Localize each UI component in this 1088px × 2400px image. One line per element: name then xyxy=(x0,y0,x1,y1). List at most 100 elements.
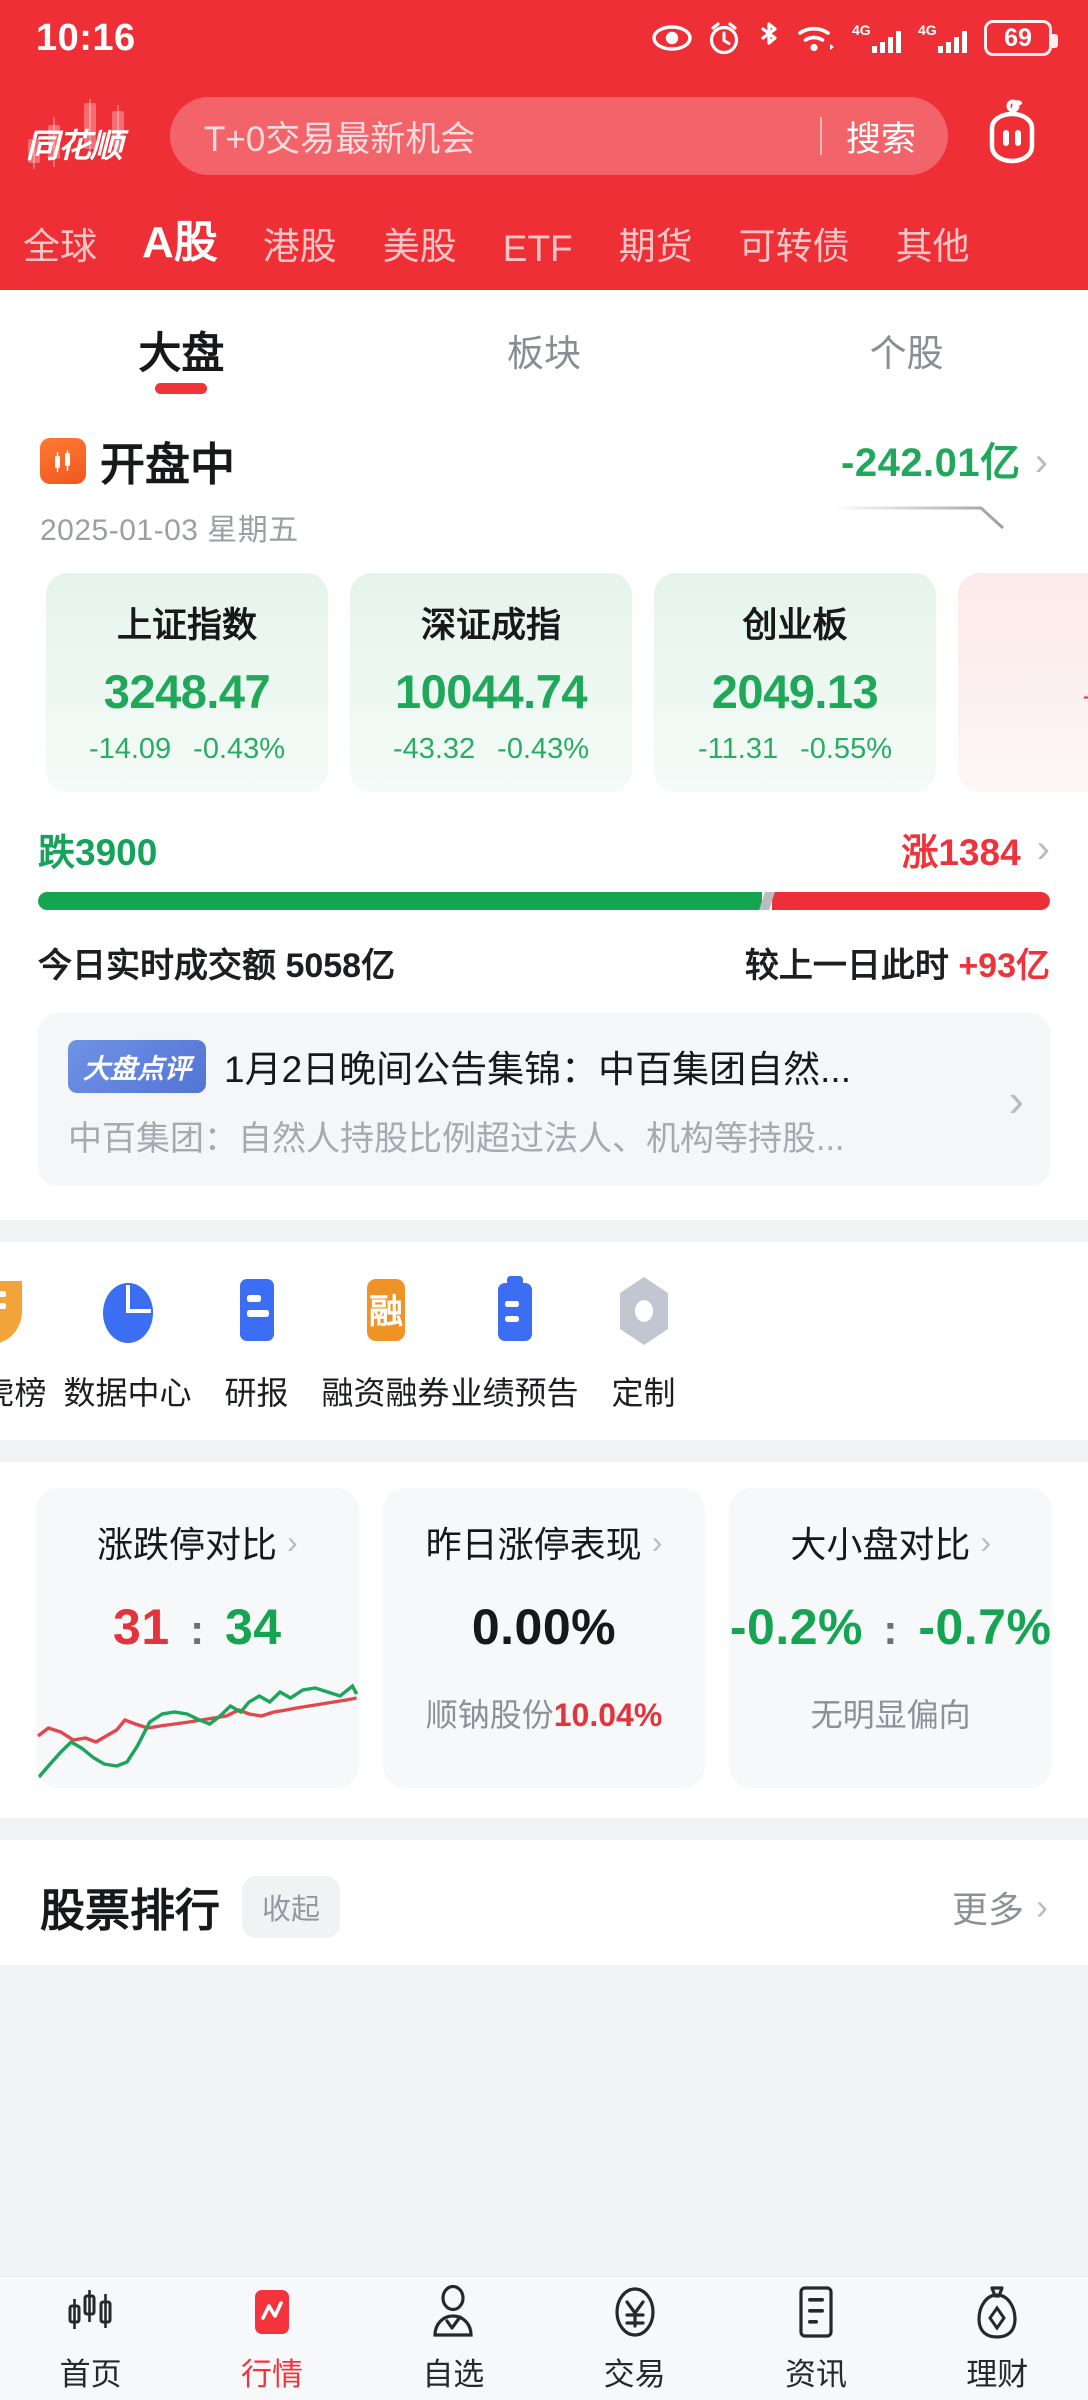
sub-tab-bar: 大盘 板块 个股 xyxy=(0,290,1088,410)
quick-item-label: 融资融券 xyxy=(321,1375,450,1411)
small-cap-change: -0.7% xyxy=(918,1599,1052,1655)
status-bar: 10:16 4G 4G 69 xyxy=(0,0,1088,76)
yesterday-limit-up-value: 0.00% xyxy=(471,1599,617,1655)
news-icon xyxy=(793,2283,839,2341)
app-screen: 10:16 4G 4G 69 同花顺 T+0交易最新机会 搜索 全球 A股 港股… xyxy=(0,0,1088,2400)
chevron-right-icon: › xyxy=(980,1523,992,1560)
page-title: 股票排行 xyxy=(40,1885,221,1936)
index-card-partial[interactable]: 1 +2 xyxy=(958,573,1088,792)
nav-item-news[interactable]: 资讯 xyxy=(725,2283,906,2394)
tab-sectors[interactable]: 板块 xyxy=(363,290,726,410)
quick-item-margin-trading[interactable]: 融 融资融券 xyxy=(321,1272,450,1414)
nav-item-trade[interactable]: 交易 xyxy=(544,2283,725,2394)
index-change: +2 xyxy=(1082,682,1088,715)
margin-trading-icon: 融 xyxy=(350,1272,422,1350)
large-cap-change: -0.2% xyxy=(729,1599,864,1655)
svg-text:4G: 4G xyxy=(918,22,937,38)
limit-up-count: 31 xyxy=(113,1599,170,1655)
market-tab-us[interactable]: 美股 xyxy=(360,216,480,270)
turnover-label: 今日实时成交额 5058亿 xyxy=(38,947,396,985)
net-flow-value: -242.01亿 xyxy=(841,441,1021,485)
market-tab-hk[interactable]: 港股 xyxy=(240,216,360,270)
quick-item-data-center[interactable]: 数据中心 xyxy=(63,1272,192,1414)
chevron-right-icon: › xyxy=(287,1523,298,1560)
nav-item-label: 资讯 xyxy=(784,2357,847,2392)
more-icon xyxy=(737,1272,809,1350)
quick-item-label: 定制 xyxy=(611,1375,676,1411)
nav-item-market[interactable]: 行情 xyxy=(181,2283,362,2394)
news-title: 1月2日晚间公告集锦：中百集团自然... xyxy=(224,1049,851,1090)
index-value: 2049.13 xyxy=(711,665,879,718)
index-card-szse[interactable]: 深证成指 10044.74 -43.32 -0.43% xyxy=(350,573,632,792)
limit-down-count: 34 xyxy=(224,1599,282,1655)
index-percent: -0.43% xyxy=(193,733,286,765)
nav-item-watchlist[interactable]: 自选 xyxy=(363,2283,544,2394)
market-tab-convertible-bonds[interactable]: 可转债 xyxy=(716,216,873,270)
compare-card-title: 大小盘对比 xyxy=(790,1524,971,1565)
nav-item-home[interactable]: 首页 xyxy=(0,2283,181,2394)
net-flow-widget[interactable]: -242.01亿 › xyxy=(831,428,1048,534)
quick-item-research[interactable]: 研报 xyxy=(192,1272,321,1414)
more-label: 更多 xyxy=(951,1888,1024,1930)
market-tab-other[interactable]: 其他 xyxy=(873,216,993,270)
quick-item-label: 龙虎榜 xyxy=(0,1375,47,1411)
index-card-chinext[interactable]: 创业板 2049.13 -11.31 -0.55% xyxy=(654,573,936,792)
candlestick-icon xyxy=(63,2283,119,2341)
net-flow-sparkline xyxy=(831,494,1021,534)
tab-stocks[interactable]: 个股 xyxy=(725,290,1088,410)
compare-section: 涨跌停对比 › 31 : 34 昨日涨停表现 › 0.00% 顺钠股份10.04… xyxy=(0,1462,1088,1818)
index-card-list[interactable]: 上证指数 3248.47 -14.09 -0.43% 深证成指 10044.74… xyxy=(0,549,1088,792)
market-tab-etf[interactable]: ETF xyxy=(480,228,596,270)
stock-rank-section: 股票排行 收起 更多 › xyxy=(0,1840,1088,1965)
market-tab-futures[interactable]: 期货 xyxy=(596,216,716,270)
market-tab-global[interactable]: 全球 xyxy=(0,216,120,270)
trophy-icon xyxy=(0,1272,35,1350)
signal-4g-icon-1: 4G xyxy=(852,21,904,55)
customize-icon xyxy=(608,1272,680,1350)
tab-market-overview-label: 大盘 xyxy=(138,330,225,378)
index-value: 3248.47 xyxy=(103,665,271,718)
compare-card-limit-ratio[interactable]: 涨跌停对比 › 31 : 34 xyxy=(36,1488,359,1788)
quick-item-label: 数据中心 xyxy=(63,1375,192,1411)
more-link[interactable]: 更多 › xyxy=(952,1881,1048,1933)
chevron-right-icon: › xyxy=(1036,827,1050,871)
index-percent: -0.55% xyxy=(800,733,892,765)
signal-4g-icon-2: 4G xyxy=(918,21,970,55)
index-name: 深证成指 xyxy=(420,606,561,645)
index-card-sse[interactable]: 上证指数 3248.47 -14.09 -0.43% xyxy=(46,573,328,792)
quick-item-longhubang[interactable]: 龙虎榜 xyxy=(0,1272,63,1414)
quick-item-earnings-forecast[interactable]: 业绩预告 xyxy=(450,1272,579,1414)
battery-level: 69 xyxy=(1004,23,1032,52)
search-button[interactable]: 搜索 xyxy=(846,111,942,162)
breadth-link[interactable]: 涨1384 › xyxy=(901,822,1050,876)
market-status-left: 开盘中 2025-01-03 星期五 xyxy=(40,428,299,549)
search-placeholder: T+0交易最新机会 xyxy=(204,119,476,159)
compare-card-title: 涨跌停对比 xyxy=(97,1524,278,1565)
compare-card-large-small-cap[interactable]: 大小盘对比 › -0.2% : -0.7% 无明显偏向 xyxy=(729,1488,1053,1788)
market-status-title: 开盘中 xyxy=(100,439,236,490)
quick-item-customize[interactable]: 定制 xyxy=(579,1272,708,1414)
market-status-block: 开盘中 2025-01-03 星期五 -242.01亿 › xyxy=(0,410,1088,549)
app-header: 10:16 4G 4G 69 同花顺 T+0交易最新机会 搜索 全球 A股 港股… xyxy=(0,0,1088,290)
robot-icon[interactable] xyxy=(966,90,1058,182)
index-change: -43.32 xyxy=(392,733,476,765)
turnover-compare: 较上一日此时 +93亿 xyxy=(745,938,1050,987)
market-open-icon xyxy=(40,437,86,484)
tab-market-overview[interactable]: 大盘 xyxy=(0,290,363,410)
market-tab-a-shares[interactable]: A股 xyxy=(120,206,240,270)
search-input[interactable]: T+0交易最新机会 搜索 xyxy=(170,97,948,175)
top-stock-change: 10.04% xyxy=(553,1697,663,1733)
nav-item-wealth[interactable]: 理财 xyxy=(907,2283,1088,2394)
chevron-right-icon: › xyxy=(1034,440,1048,484)
nav-item-label: 自选 xyxy=(422,2357,485,2392)
news-banner[interactable]: 大盘点评 1月2日晚间公告集锦：中百集团自然... 中百集团：自然人持股比例超过… xyxy=(38,1013,1050,1186)
quick-item-overflow[interactable] xyxy=(708,1272,837,1368)
breadth-bar xyxy=(38,892,1050,910)
section-divider-3 xyxy=(0,1818,1088,1840)
collapse-button[interactable]: 收起 xyxy=(242,1875,341,1938)
index-percent: -0.43% xyxy=(497,733,590,765)
compare-card-yesterday-limit-up[interactable]: 昨日涨停表现 › 0.00% 顺钠股份10.04% xyxy=(382,1488,706,1788)
turnover-compare-prefix: 较上一日此时 xyxy=(744,947,959,985)
news-badge: 大盘点评 xyxy=(68,1039,206,1093)
top-stock-name: 顺钠股份 xyxy=(425,1697,554,1733)
